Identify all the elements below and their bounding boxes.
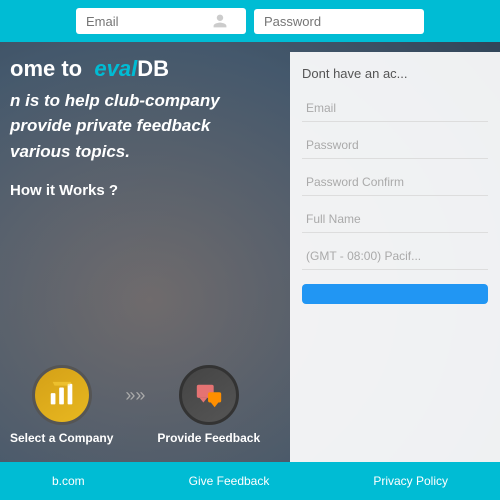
footer-link-feedback[interactable]: Give Feedback (189, 474, 270, 488)
header-email-input[interactable] (86, 14, 206, 29)
register-panel: Dont have an ac... (290, 52, 500, 462)
company-icon-circle (32, 365, 92, 425)
welcome-prefix: ome to (10, 56, 82, 81)
feedback-icon-circle (179, 365, 239, 425)
reg-email-input[interactable] (302, 95, 488, 122)
reg-timezone-input[interactable] (302, 243, 488, 270)
steps-section: Select a Company »» Provide Feedback (10, 365, 260, 445)
user-icon (212, 13, 228, 29)
step-feedback-label: Provide Feedback (157, 431, 260, 445)
feedback-icon (194, 380, 224, 410)
footer: b.com Give Feedback Privacy Policy (0, 462, 500, 500)
register-title: Dont have an ac... (302, 66, 488, 81)
step-arrow: »» (125, 385, 145, 406)
header (0, 0, 500, 42)
header-password-wrap[interactable] (254, 9, 424, 34)
brand-db: DB (137, 56, 169, 81)
reg-password-input[interactable] (302, 132, 488, 159)
reg-confirm-input[interactable] (302, 169, 488, 196)
footer-link-privacy[interactable]: Privacy Policy (373, 474, 448, 488)
header-password-input[interactable] (264, 14, 384, 29)
reg-fullname-input[interactable] (302, 206, 488, 233)
step-feedback: Provide Feedback (157, 365, 260, 445)
step-company: Select a Company (10, 365, 113, 445)
chart-icon (47, 380, 77, 410)
register-button[interactable] (302, 284, 488, 304)
brand-eval: eval (94, 56, 137, 81)
footer-link-home[interactable]: b.com (52, 474, 85, 488)
header-email-wrap[interactable] (76, 8, 246, 34)
step-company-label: Select a Company (10, 431, 113, 445)
